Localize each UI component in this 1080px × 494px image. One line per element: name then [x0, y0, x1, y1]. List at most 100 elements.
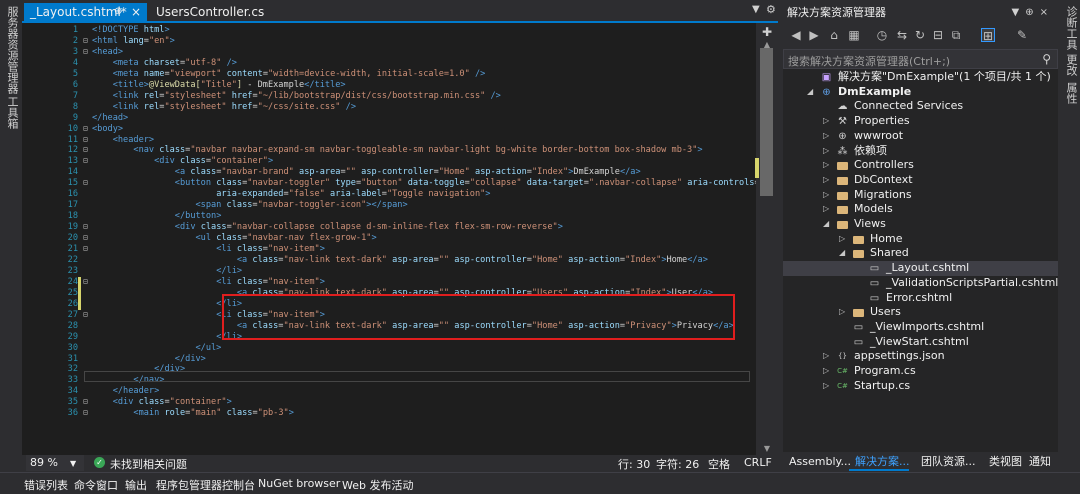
code-line[interactable]: 15 ⊟ <button class="navbar-toggler" type=… [22, 178, 756, 189]
tree-node[interactable]: ▷ ⚒ Properties [783, 114, 1058, 129]
collapse-icon[interactable]: ⊟ [83, 408, 91, 419]
settings-gear-icon[interactable]: ⚙ [766, 3, 776, 16]
tab-notifications[interactable]: 通知 [1029, 452, 1051, 472]
tree-node[interactable]: ▣ 解决方案"DmExample"(1 个项目/共 1 个) [783, 70, 1058, 85]
collapse-icon[interactable]: ⊟ [83, 310, 91, 321]
solution-search-input[interactable]: 搜索解决方案资源管理器(Ctrl+;) ⚲ [783, 49, 1058, 69]
tab-web-publish-activity[interactable]: Web 发布活动 [342, 477, 413, 493]
collapse-arrow-icon[interactable]: ◢ [839, 246, 845, 261]
tree-node[interactable]: ◢ Views [783, 217, 1058, 232]
expand-arrow-icon[interactable]: ▷ [823, 188, 829, 203]
tab-command-window[interactable]: 命令窗口 [74, 477, 118, 493]
home-icon[interactable]: ⌂ [827, 28, 841, 42]
code-line[interactable]: 22 <a class="nav-link text-dark" asp-are… [22, 255, 756, 266]
expand-arrow-icon[interactable]: ▷ [823, 379, 829, 394]
code-line[interactable]: 12 ⊟ <nav class="navbar navbar-expand-sm … [22, 145, 756, 156]
tree-node[interactable]: ▭ Error.cshtml [783, 291, 1058, 306]
expand-arrow-icon[interactable]: ▷ [823, 173, 829, 188]
tree-node[interactable]: ▭ _ViewImports.cshtml [783, 320, 1058, 335]
collapse-icon[interactable]: ⊟ [83, 135, 91, 146]
collapse-icon[interactable]: ⊟ [83, 36, 91, 47]
tree-node[interactable]: ▷ Models [783, 202, 1058, 217]
pin-icon[interactable]: ⊕ [114, 3, 122, 21]
code-line[interactable]: 3 ⊟ <head> [22, 47, 756, 58]
expand-arrow-icon[interactable]: ▷ [823, 158, 829, 173]
tab-package-manager-console[interactable]: 程序包管理器控制台 [156, 477, 255, 493]
tree-node[interactable]: ▷ ⁂ 依赖项 [783, 144, 1058, 159]
toolbox-tab[interactable]: 工具箱 [4, 96, 20, 129]
collapse-icon[interactable]: ⊟ [83, 233, 91, 244]
tree-node[interactable]: ▷ C# Program.cs [783, 364, 1058, 379]
tab-error-list[interactable]: 错误列表 [24, 477, 68, 493]
tab-team-explorer[interactable]: 团队资源... [921, 452, 976, 472]
collapse-icon[interactable]: ⊟ [83, 47, 91, 58]
code-line[interactable]: 7 <link rel="stylesheet" href="~/lib/boo… [22, 91, 756, 102]
server-explorer-tab[interactable]: 服务器资源管理器 [4, 6, 20, 94]
code-line[interactable]: 19 ⊟ <div class="navbar-collapse collapse… [22, 222, 756, 233]
expand-arrow-icon[interactable]: ▷ [823, 114, 829, 129]
expand-arrow-icon[interactable]: ▷ [823, 129, 829, 144]
code-line[interactable]: 23 </li> [22, 266, 756, 277]
tree-node[interactable]: ▭ _ViewStart.cshtml [783, 335, 1058, 350]
tab-assembly[interactable]: Assembly... [789, 452, 851, 472]
tree-node[interactable]: ▷ Migrations [783, 188, 1058, 203]
back-icon[interactable]: ◀ [789, 28, 803, 42]
code-line[interactable]: 17 <span class="navbar-toggler-icon"></s… [22, 200, 756, 211]
tree-node[interactable]: ▭ _Layout.cshtml [783, 261, 1058, 276]
tab-output[interactable]: 输出 [125, 477, 147, 493]
tree-node[interactable]: ▷ Home [783, 232, 1058, 247]
filter-icon[interactable]: ⊞ [981, 28, 995, 43]
spaces-indicator[interactable]: 空格 [708, 456, 730, 472]
tree-node[interactable]: ▷ Users [783, 305, 1058, 320]
collapse-icon[interactable]: ⊟ [83, 145, 91, 156]
code-line[interactable]: 30 </ul> [22, 343, 756, 354]
code-line[interactable]: 31 </div> [22, 354, 756, 365]
expand-arrow-icon[interactable]: ▷ [823, 144, 829, 159]
forward-icon[interactable]: ▶ [807, 28, 821, 42]
pin-icon[interactable]: ⊕ [1025, 7, 1039, 18]
tree-node[interactable]: ▷ Controllers [783, 158, 1058, 173]
code-line[interactable]: 24 ⊟ <li class="nav-item"> [22, 276, 756, 288]
collapse-arrow-icon[interactable]: ◢ [807, 85, 813, 100]
scrollbar-thumb[interactable] [760, 48, 773, 196]
show-all-files-icon[interactable]: ⧉ [949, 28, 963, 42]
switch-views-icon[interactable]: ▦ [847, 28, 861, 42]
expand-arrow-icon[interactable]: ▷ [823, 364, 829, 379]
issues-status[interactable]: 未找到相关问题 [110, 456, 187, 472]
tree-node[interactable]: ▭ _ValidationScriptsPartial.cshtml [783, 276, 1059, 291]
code-line[interactable]: 36 ⊟ <main role="main" class="pb-3"> [22, 408, 756, 419]
line-ending-indicator[interactable]: CRLF [744, 456, 772, 469]
code-line[interactable]: 20 ⊟ <ul class="navbar-nav flex-grow-1"> [22, 233, 756, 244]
code-line[interactable]: 11 ⊟ <header> [22, 135, 756, 146]
tab-users-controller[interactable]: UsersController.cs [150, 3, 270, 21]
window-menu-icon[interactable]: ▼ [1012, 7, 1026, 18]
tree-node[interactable]: ☁ Connected Services [783, 99, 1058, 114]
expand-arrow-icon[interactable]: ▷ [839, 305, 845, 320]
code-line[interactable]: 10 ⊟ <body> [22, 124, 756, 135]
tab-layout-cshtml[interactable]: _Layout.cshtml* ⊕ × [24, 3, 147, 21]
collapse-arrow-icon[interactable]: ◢ [823, 217, 829, 232]
sync-icon[interactable]: ⇆ [895, 28, 909, 42]
tree-node[interactable]: ▷ ⊕ wwwroot [783, 129, 1058, 144]
code-line[interactable]: 34 </header> [22, 386, 756, 397]
tree-node[interactable]: ◢ ⊕ DmExample [783, 85, 1058, 100]
tab-class-view[interactable]: 类视图 [989, 452, 1022, 472]
code-line[interactable]: 4 <meta charset="utf-8" /> [22, 58, 756, 69]
collapse-icon[interactable]: ⊟ [83, 244, 91, 255]
collapse-icon[interactable]: ⊟ [83, 124, 91, 135]
tree-node[interactable]: ◢ Shared [783, 246, 1058, 261]
wrench-icon[interactable]: ✎ [1015, 28, 1029, 42]
scroll-down-icon[interactable]: ▼ [761, 444, 773, 453]
expand-arrow-icon[interactable]: ▷ [823, 349, 829, 364]
code-line[interactable]: 35 ⊟ <div class="container"> [22, 397, 756, 408]
code-line[interactable]: 1 <!DOCTYPE html> [22, 25, 756, 36]
refresh-icon[interactable]: ↻ [913, 28, 927, 42]
collapse-icon[interactable]: ⊟ [83, 277, 91, 288]
collapse-icon[interactable]: ⊟ [83, 222, 91, 233]
tab-nuget-browser[interactable]: NuGet browser [258, 477, 340, 490]
split-window-icon[interactable]: ✚ [760, 25, 774, 39]
collapse-icon[interactable]: ⊟ [83, 156, 91, 167]
changes-tab[interactable]: 更改 [1063, 54, 1079, 76]
close-icon[interactable]: × [1040, 7, 1054, 18]
collapse-icon[interactable]: ⊟ [83, 397, 91, 408]
